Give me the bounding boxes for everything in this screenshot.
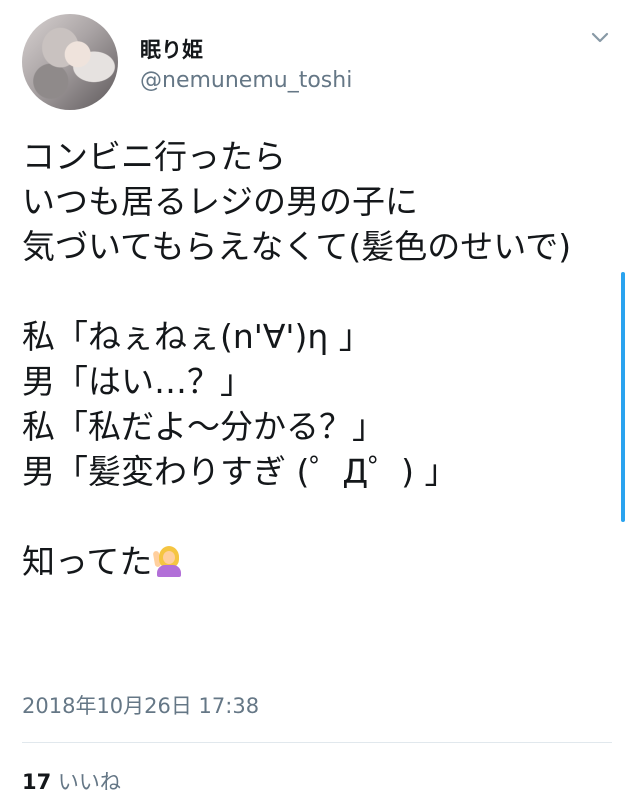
- tweet-timestamp[interactable]: 2018年10月26日 17:38: [22, 690, 259, 720]
- tweet-body: コンビニ行ったら いつも居るレジの男の子に 気づいてもらえなくて(髪色のせいで)…: [22, 137, 572, 581]
- divider: [22, 742, 612, 743]
- likes-stat[interactable]: 17 いいね: [22, 766, 121, 796]
- tweet-text: コンビニ行ったら いつも居るレジの男の子に 気づいてもらえなくて(髪色のせいで)…: [22, 134, 592, 584]
- woman-raising-hand-emoji: [153, 543, 184, 577]
- avatar[interactable]: [22, 14, 118, 110]
- chevron-down-icon[interactable]: [590, 30, 610, 46]
- likes-count: 17: [22, 770, 52, 794]
- user-handle[interactable]: @nemunemu_toshi: [140, 68, 352, 93]
- display-name[interactable]: 眠り姫: [140, 34, 203, 64]
- scrollbar[interactable]: [621, 272, 625, 522]
- likes-label: いいね: [57, 770, 121, 794]
